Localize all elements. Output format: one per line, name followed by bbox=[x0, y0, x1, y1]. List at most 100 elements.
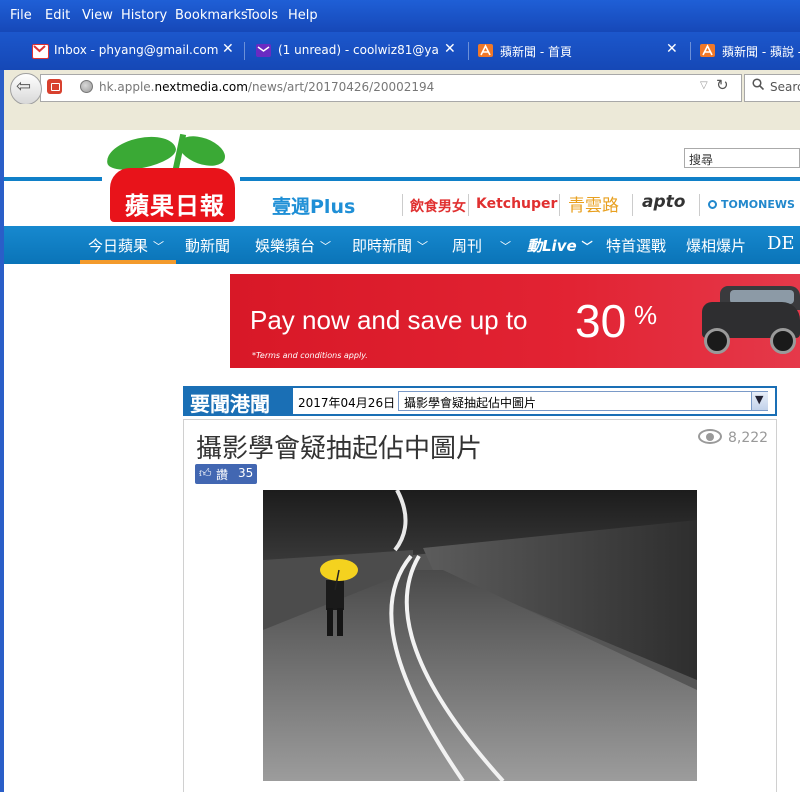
brand-separator bbox=[402, 194, 403, 216]
nav-entertainment[interactable]: 娛樂蘋台 ﹀ bbox=[255, 235, 331, 256]
apple-daily-icon bbox=[700, 44, 715, 57]
section-title: 要聞港聞 bbox=[190, 392, 270, 416]
ad-fineprint: *Terms and conditions apply. bbox=[252, 351, 368, 360]
like-count: 35 bbox=[238, 466, 254, 480]
ad-car-wheel bbox=[704, 328, 730, 354]
article-select-dropdown[interactable]: ▼ bbox=[751, 392, 768, 410]
bookmarks-toolbar bbox=[4, 104, 800, 131]
nav-realtime[interactable]: 即時新聞 ﹀ bbox=[352, 235, 428, 256]
eye-icon bbox=[698, 429, 722, 444]
thumbs-up-icon: 👍︎ bbox=[199, 466, 212, 480]
tunnel-photo-illustration bbox=[263, 490, 697, 781]
like-label: 讚 bbox=[216, 468, 229, 482]
yahoo-mail-icon bbox=[256, 44, 271, 57]
search-icon bbox=[752, 78, 765, 94]
ad-car-wheel bbox=[770, 328, 796, 354]
brand-ketchuper[interactable]: Ketchuper bbox=[476, 196, 557, 212]
close-icon[interactable]: ✕ bbox=[666, 41, 678, 57]
chevron-down-icon: ﹀ bbox=[500, 240, 512, 253]
nav-label: 今日蘋果 bbox=[88, 237, 149, 255]
back-arrow-icon: ⇦ bbox=[16, 76, 32, 97]
url-path: /news/art/20170426/20002194 bbox=[247, 80, 435, 94]
brand-separator bbox=[468, 194, 469, 216]
chevron-down-icon: ﹀ bbox=[581, 240, 593, 253]
article-select-value: 攝影學會疑抽起佔中圖片 bbox=[404, 396, 537, 410]
nav-live[interactable]: 動Live ﹀ bbox=[527, 235, 593, 256]
brand-separator bbox=[559, 194, 560, 216]
menu-help[interactable]: Help bbox=[288, 8, 318, 23]
url-dropdown-icon[interactable]: ▽ bbox=[700, 80, 708, 91]
ad-headline: Pay now and save up to bbox=[250, 305, 528, 335]
tab-separator bbox=[244, 42, 245, 60]
brand-label: Ketchuper bbox=[476, 196, 558, 212]
nav-label: 動新聞 bbox=[185, 237, 231, 255]
menu-file[interactable]: File bbox=[10, 8, 32, 23]
nav-label: 娛樂蘋台 bbox=[255, 237, 316, 255]
ad-discount-number: 30 bbox=[575, 295, 627, 347]
menu-tools[interactable]: Tools bbox=[246, 8, 278, 23]
nav-label: 爆相爆片 bbox=[686, 237, 747, 255]
url-text[interactable]: hk.apple.nextmedia.com/news/art/20170426… bbox=[99, 80, 434, 94]
ad-discount-percent: % bbox=[634, 300, 658, 330]
logo-text: 蘋果日報 bbox=[125, 191, 225, 220]
nav-label: 動Live bbox=[527, 237, 577, 255]
menu-view[interactable]: View bbox=[82, 8, 113, 23]
brand-plus[interactable]: 壹週Plus bbox=[272, 192, 355, 219]
chevron-down-icon: ﹀ bbox=[320, 240, 332, 253]
tab-apple-daily-article[interactable]: 蘋新聞 - 蘋說 - bbox=[690, 36, 800, 66]
nav-active-indicator bbox=[80, 260, 176, 264]
nav-animated-news[interactable]: 動新聞 bbox=[185, 235, 230, 256]
brand-separator bbox=[632, 194, 633, 216]
url-domain: nextmedia.com bbox=[154, 80, 248, 94]
chevron-down-icon: ﹀ bbox=[153, 240, 165, 253]
header-rule bbox=[240, 177, 800, 181]
chevron-down-icon: ﹀ bbox=[417, 240, 429, 253]
article-title: 攝影學會疑抽起佔中圖片 bbox=[196, 434, 483, 464]
browser-search-placeholder: Searc bbox=[770, 80, 800, 94]
brand-label: 青雲路 bbox=[568, 196, 619, 216]
nav-label: 即時新聞 bbox=[352, 237, 413, 255]
tab-label: 蘋新聞 - 首頁 bbox=[500, 45, 572, 59]
site-search-input[interactable]: 搜尋 bbox=[684, 148, 800, 168]
brand-label: TOMONEWS bbox=[721, 198, 795, 211]
view-count: 8,222 bbox=[728, 430, 769, 446]
brand-eat-and-travel[interactable]: 飲食男女 bbox=[410, 196, 466, 216]
nav-election[interactable]: 特首選戰 bbox=[606, 235, 666, 256]
tab-yahoo-mail[interactable]: (1 unread) - coolwiz81@yaho... ✕ bbox=[246, 36, 466, 66]
close-icon[interactable]: ✕ bbox=[222, 41, 234, 57]
close-icon[interactable]: ✕ bbox=[444, 41, 456, 57]
back-button[interactable]: ⇦ bbox=[10, 73, 42, 105]
menu-history[interactable]: History bbox=[121, 8, 167, 23]
globe-icon[interactable] bbox=[80, 80, 93, 93]
brand-label: 壹週Plus bbox=[272, 196, 356, 218]
article-photo[interactable] bbox=[263, 490, 697, 781]
nav-weekly[interactable]: 周刊 ﹀ bbox=[452, 235, 511, 256]
tab-apple-daily-home[interactable]: 蘋新聞 - 首頁 ✕ bbox=[468, 36, 688, 66]
brand-ching-wan-lo[interactable]: 青雲路 bbox=[568, 191, 619, 216]
reload-icon[interactable]: ↻ bbox=[716, 76, 729, 94]
site-permission-icon[interactable] bbox=[47, 79, 62, 94]
chevron-down-icon: ▼ bbox=[755, 393, 764, 406]
nav-label: DE bbox=[767, 233, 795, 254]
nav-label: 特首選戰 bbox=[606, 237, 667, 255]
brand-separator bbox=[699, 194, 700, 216]
menu-bookmarks[interactable]: Bookmarks bbox=[175, 8, 248, 23]
nav-today[interactable]: 今日蘋果 ﹀ bbox=[88, 235, 164, 256]
gmail-icon bbox=[32, 44, 49, 59]
nav-photos-videos[interactable]: 爆相爆片 bbox=[686, 235, 746, 256]
tab-gmail[interactable]: Inbox - phyang@gmail.com - ... ✕ bbox=[22, 36, 240, 66]
brand-label: 飲食男女 bbox=[410, 199, 466, 215]
nav-more[interactable]: DE bbox=[767, 233, 795, 254]
url-host: hk.apple. bbox=[99, 80, 155, 94]
apple-daily-icon bbox=[478, 44, 493, 57]
brand-apto[interactable]: apto bbox=[642, 192, 685, 212]
section-date: 2017年04月26日 bbox=[298, 396, 396, 410]
tab-label: (1 unread) - coolwiz81@yaho... bbox=[278, 43, 438, 57]
header-rule bbox=[4, 177, 102, 181]
tomonews-icon bbox=[708, 200, 717, 209]
brand-tomonews[interactable]: TOMONEWS bbox=[708, 198, 795, 211]
menu-edit[interactable]: Edit bbox=[45, 8, 70, 23]
nav-label: 周刊 bbox=[452, 237, 483, 255]
tab-label: Inbox - phyang@gmail.com - ... bbox=[54, 43, 219, 57]
menubar: File Edit View History Bookmarks Tools H… bbox=[0, 0, 800, 32]
